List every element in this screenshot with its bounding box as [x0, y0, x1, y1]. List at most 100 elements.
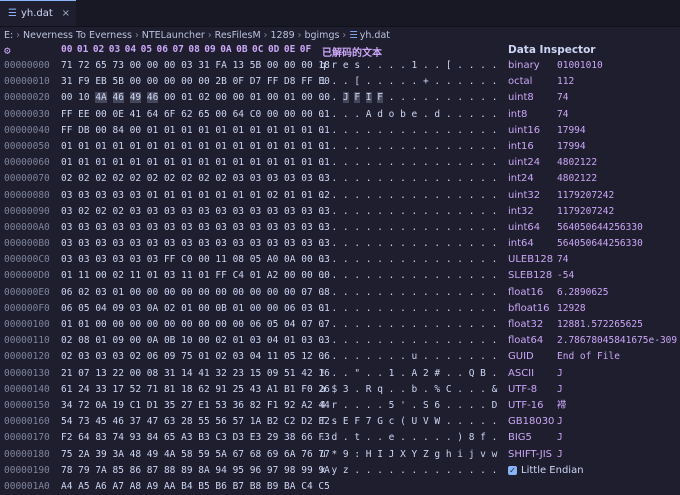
breadcrumb-item[interactable]: Neverness To Everness: [23, 30, 132, 41]
row-hex-bytes[interactable]: 03 03 03 03 03 03 03 03 03 03 03 03 03 0…: [61, 220, 330, 236]
row-decoded-text[interactable]: q r e s . . . . 1 . . [ . . . .: [320, 58, 497, 74]
row-decoded-text[interactable]: 1 . . [ . . . . . + . . . . . .: [320, 74, 497, 90]
row-decoded-text[interactable]: . . . . . . . . . . . . . . . .: [320, 123, 497, 139]
row-hex-bytes[interactable]: 03 03 03 03 03 03 FF C0 00 11 08 05 A0 0…: [61, 252, 330, 268]
row-hex-bytes[interactable]: 01 01 01 01 01 01 01 01 01 01 01 01 01 0…: [61, 139, 330, 155]
row-hex-bytes[interactable]: 78 79 7A 85 86 87 88 89 8A 94 95 96 97 9…: [61, 463, 330, 479]
inspector-value[interactable]: 17994: [557, 139, 586, 155]
checkmark-icon[interactable]: ✓: [508, 466, 517, 476]
inspector-label: ULEB128: [508, 254, 554, 266]
row-hex-bytes[interactable]: 01 01 01 01 01 01 01 01 01 01 01 01 01 0…: [61, 155, 330, 171]
inspector-value[interactable]: 74: [557, 107, 568, 123]
inspector-value[interactable]: 17994: [557, 123, 586, 139]
row-hex-bytes[interactable]: F2 64 83 74 93 84 65 A3 B3 C3 D3 E3 29 3…: [61, 430, 330, 446]
row-decoded-text[interactable]: . . . . . . . . . . . . . . . .: [320, 268, 497, 284]
row-hex-bytes[interactable]: 03 03 03 03 03 01 01 01 01 01 01 01 02 0…: [61, 188, 330, 204]
inspector-value[interactable]: J: [557, 430, 563, 446]
row-decoded-text[interactable]: . . . . . . . . . . . . . . . .: [320, 252, 497, 268]
hex-column-label: 0C: [252, 44, 264, 55]
inspector-value[interactable]: 01001010: [557, 58, 603, 74]
breadcrumb-item[interactable]: bgimgs: [304, 30, 339, 41]
chevron-right-icon: ›: [263, 29, 268, 41]
row-decoded-text[interactable]: . . . . . . . . u . . . . . . .: [320, 349, 497, 365]
inspector-value[interactable]: 12881.572265625: [557, 317, 643, 333]
chevron-right-icon: ›: [16, 29, 21, 41]
row-hex-bytes[interactable]: 03 03 03 03 03 03 03 03 03 03 03 03 03 0…: [61, 236, 330, 252]
tab-bar: ☰ yh.dat ×: [0, 0, 680, 27]
row-decoded-text[interactable]: . . . . . . . . . . . . . . . .: [320, 236, 497, 252]
breadcrumb-item[interactable]: yh.dat: [360, 30, 390, 41]
inspector-value[interactable]: 564050644256330: [557, 220, 643, 236]
row-hex-bytes[interactable]: FF EE 00 0E 41 64 6F 62 65 00 64 C0 00 0…: [61, 107, 330, 123]
row-hex-bytes[interactable]: 61 24 33 17 52 71 81 18 62 91 25 43 A1 B…: [61, 382, 330, 398]
row-hex-bytes[interactable]: 02 08 01 09 00 0A 0B 10 00 02 01 03 04 0…: [61, 333, 330, 349]
row-decoded-text[interactable]: x y z . . . . . . . . . . . . .: [320, 463, 497, 479]
row-address: 00000020: [4, 92, 50, 104]
inspector-value[interactable]: 112: [557, 74, 574, 90]
row-address: 00000090: [4, 205, 50, 217]
tab-yh-dat[interactable]: ☰ yh.dat ×: [0, 0, 76, 26]
row-hex-bytes[interactable]: 00 10 4A 46 49 46 00 01 02 00 00 01 00 0…: [61, 90, 330, 106]
row-decoded-text[interactable]: . . . . . . . . . . . . . . . .: [320, 285, 497, 301]
gear-icon[interactable]: ⚙: [4, 44, 11, 57]
row-decoded-text[interactable]: . . J F I F . . . . . . . . . .: [320, 90, 497, 106]
inspector-value[interactable]: 1179207242: [557, 188, 614, 204]
inspector-value[interactable]: 74: [557, 90, 568, 106]
inspector-value[interactable]: J: [557, 414, 563, 430]
breadcrumb-item[interactable]: ResFilesM: [215, 30, 261, 41]
row-hex-bytes[interactable]: 31 F9 EB 5B 00 00 00 00 00 2B 0F D7 FF D…: [61, 74, 330, 90]
inspector-value[interactable]: 74: [557, 252, 568, 268]
inspector-value[interactable]: J: [557, 447, 563, 463]
inspector-label: int32: [508, 205, 534, 217]
row-hex-bytes[interactable]: 21 07 13 22 00 08 31 14 41 32 23 15 09 5…: [61, 366, 330, 382]
row-decoded-text[interactable]: . . . . A d o b e . d . . . . .: [320, 107, 497, 123]
inspector-value[interactable]: J: [557, 366, 563, 382]
inspector-label: bfloat16: [508, 302, 550, 314]
row-decoded-text[interactable]: u * 9 : H I J X Y Z g h i j v w: [320, 447, 497, 463]
breadcrumb-item[interactable]: 1289: [270, 30, 294, 41]
row-decoded-text[interactable]: . . . . . . . . . . . . . . . .: [320, 301, 497, 317]
row-hex-bytes[interactable]: 01 01 00 00 00 00 00 00 00 00 00 06 05 0…: [61, 317, 330, 333]
inspector-label: ASCII: [508, 367, 535, 379]
row-hex-bytes[interactable]: 34 72 0A 19 C1 D1 35 27 E1 53 36 82 F1 9…: [61, 398, 330, 414]
inspector-value[interactable]: 2.78678045841675e-309: [557, 333, 677, 349]
inspector-value[interactable]: End of File: [557, 349, 620, 365]
row-decoded-text[interactable]: . . . . . . . . . . . . . . . .: [320, 139, 497, 155]
row-decoded-text[interactable]: . . . . . . . . . . . . . . . .: [320, 188, 497, 204]
inspector-value[interactable]: -54: [557, 268, 574, 284]
row-decoded-text[interactable]: 4 r . . . . 5 ' . S 6 . . . . D: [320, 398, 497, 414]
row-decoded-text[interactable]: . . . . . . . . . . . . . . . .: [320, 204, 497, 220]
row-decoded-text[interactable]: ! . . " . . 1 . A 2 # . . Q B .: [320, 366, 497, 382]
row-decoded-text[interactable]: . . . . . . . . . . . . . . . .: [320, 317, 497, 333]
row-hex-bytes[interactable]: FF DB 00 84 00 01 01 01 01 01 01 01 01 0…: [61, 123, 330, 139]
row-decoded-text[interactable]: . d . t . . e . . . . . ) 8 f .: [320, 430, 497, 446]
row-decoded-text[interactable]: . . . . . . . . . . . . . . . .: [320, 220, 497, 236]
row-address: 00000100: [4, 319, 50, 330]
breadcrumb-item[interactable]: NTELauncher: [142, 30, 205, 41]
row-hex-bytes[interactable]: 75 2A 39 3A 48 49 4A 58 59 5A 67 68 69 6…: [61, 447, 330, 463]
row-decoded-text[interactable]: a $ 3 . R q . . b . % C . . . &: [320, 382, 497, 398]
row-decoded-text[interactable]: . . . . . . . . . . . . . . . .: [320, 333, 497, 349]
row-hex-bytes[interactable]: 03 02 02 02 03 03 03 03 03 03 03 03 03 0…: [61, 204, 330, 220]
row-decoded-text[interactable]: . . . . . . . . . . . . . . . .: [320, 171, 497, 187]
inspector-value[interactable]: 1179207242: [557, 204, 614, 220]
row-decoded-text[interactable]: . . . . . . . . . . . . . . . .: [320, 155, 497, 171]
row-hex-bytes[interactable]: 01 11 00 02 11 01 03 11 01 FF C4 01 A2 0…: [61, 268, 330, 284]
close-icon[interactable]: ×: [62, 8, 70, 19]
inspector-value[interactable]: J: [557, 382, 563, 398]
inspector-value[interactable]: 4802122: [557, 155, 597, 171]
row-hex-bytes[interactable]: 06 02 03 01 00 00 00 00 00 00 00 00 00 0…: [61, 285, 330, 301]
little-endian-checkbox[interactable]: ✓ Little Endian: [508, 463, 678, 479]
breadcrumb-item[interactable]: E:: [4, 30, 13, 41]
row-decoded-text[interactable]: T s E F 7 G c ( U V W . . . . .: [320, 414, 497, 430]
inspector-value[interactable]: 564050644256330: [557, 236, 643, 252]
row-hex-bytes[interactable]: 71 72 65 73 00 00 00 03 31 FA 13 5B 00 0…: [61, 58, 330, 74]
row-hex-bytes[interactable]: 02 02 02 02 02 02 02 02 02 02 03 03 03 0…: [61, 171, 330, 187]
row-hex-bytes[interactable]: 02 03 03 03 02 06 09 75 01 02 03 04 11 0…: [61, 349, 330, 365]
row-hex-bytes[interactable]: 06 05 04 09 03 0A 02 01 00 0B 01 00 00 0…: [61, 301, 330, 317]
inspector-value[interactable]: 6.2890625: [557, 285, 608, 301]
inspector-value[interactable]: 12928: [557, 301, 586, 317]
inspector-value[interactable]: 䙊: [557, 398, 567, 414]
inspector-value[interactable]: 4802122: [557, 171, 597, 187]
row-hex-bytes[interactable]: 54 73 45 46 37 47 63 28 55 56 57 1A B2 C…: [61, 414, 330, 430]
